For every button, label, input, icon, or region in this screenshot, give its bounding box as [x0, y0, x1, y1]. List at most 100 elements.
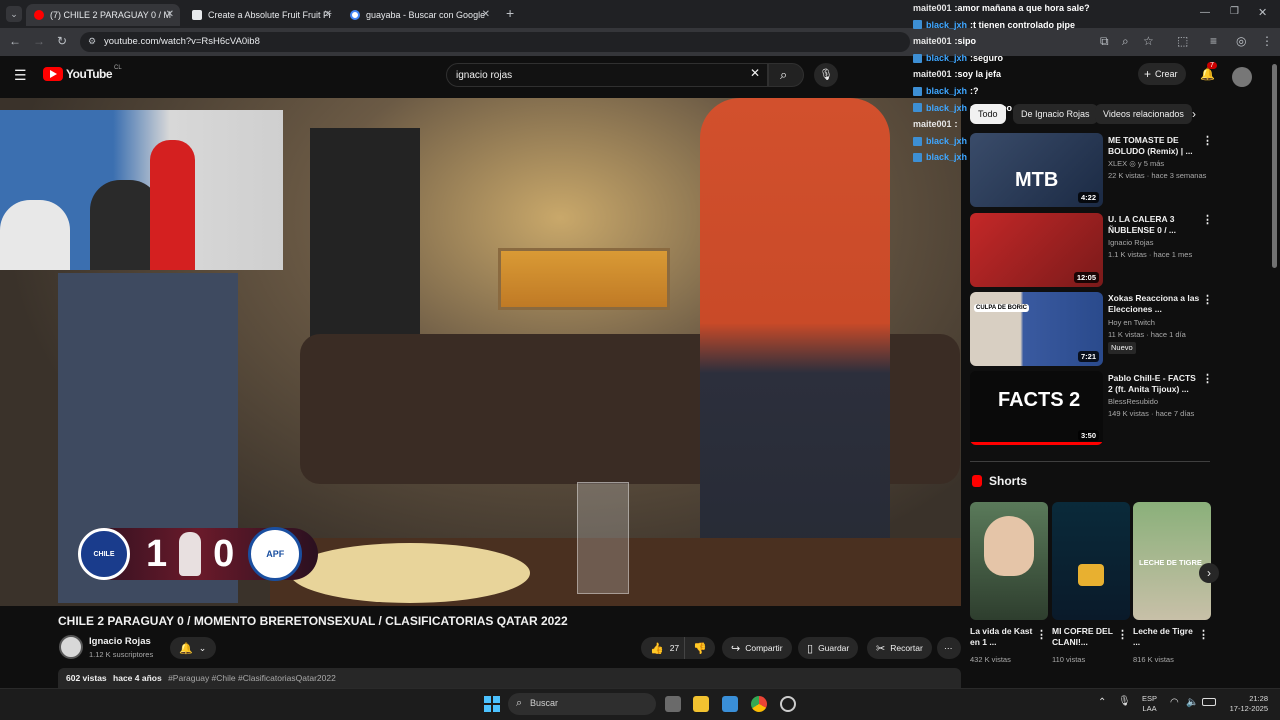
battery-icon[interactable] — [1202, 698, 1216, 706]
forward-icon[interactable]: → — [33, 34, 45, 48]
photos-app-icon[interactable] — [722, 696, 738, 712]
chat-badge-icon — [913, 53, 922, 63]
related-thumbnail[interactable]: CULPA DE BORIC 7:21 — [970, 292, 1103, 366]
related-channel[interactable]: Hoy en Twitch — [1108, 317, 1155, 329]
chat-username[interactable]: black_jxh — [926, 83, 967, 100]
related-title[interactable]: Pablo Chill-E - FACTS 2 (ft. Anita Tijou… — [1108, 373, 1200, 395]
task-view-icon[interactable] — [665, 696, 681, 712]
close-window-icon[interactable]: ✕ — [1258, 6, 1267, 19]
more-options-icon[interactable]: ⋮ — [1202, 372, 1213, 385]
chip-all[interactable]: Todo — [970, 104, 1006, 124]
voice-search-button[interactable]: 🎙 — [814, 63, 838, 87]
dislike-button[interactable]: 👎 — [685, 642, 707, 655]
microphone-tray-icon[interactable]: 🎙 — [1118, 696, 1131, 707]
bookmark-star-icon[interactable]: ☆ — [1143, 34, 1154, 48]
channel-name[interactable]: Ignacio Rojas — [89, 636, 151, 647]
close-tab-icon[interactable]: ✕ — [324, 9, 332, 20]
chat-username[interactable]: maite001 — [913, 0, 952, 17]
chat-username[interactable]: black_jxh — [926, 17, 967, 34]
share-button[interactable]: ↪ Compartir — [722, 637, 792, 659]
description-box[interactable]: 602 vistas hace 4 años #Paraguay #Chile … — [58, 668, 961, 688]
input-language[interactable]: ESP LAA — [1142, 694, 1157, 714]
chat-username[interactable]: black_jxh — [926, 133, 967, 150]
related-thumbnail[interactable]: MTB 4:22 — [970, 133, 1103, 207]
zoom-icon[interactable]: ⌕ — [1122, 34, 1129, 49]
short-title[interactable]: La vida de Kast en 1 ... — [970, 626, 1036, 648]
tab-search-menu-icon[interactable]: ⌄ — [6, 6, 22, 22]
related-thumbnail[interactable]: FACTS 2 3:50 — [970, 371, 1103, 445]
more-options-icon[interactable]: ⋮ — [1117, 628, 1128, 641]
account-avatar[interactable] — [1232, 67, 1252, 87]
more-options-icon[interactable]: ⋮ — [1202, 134, 1213, 147]
clip-button[interactable]: ✂ Recortar — [867, 637, 932, 659]
vertical-scrollbar[interactable] — [1272, 64, 1277, 268]
shorts-next-button[interactable]: › — [1199, 563, 1219, 583]
media-control-icon[interactable]: ≡ — [1210, 34, 1217, 48]
short-thumbnail[interactable] — [970, 502, 1048, 620]
short-thumbnail[interactable]: LECHE DE TIGRE — [1133, 502, 1211, 620]
chrome-icon[interactable] — [751, 696, 767, 712]
new-tab-button[interactable]: + — [506, 5, 514, 21]
chat-text: sipo — [957, 36, 977, 47]
chat-username[interactable]: black_jxh — [926, 149, 967, 166]
tab-fruit[interactable]: Create a Absolute Fruit Fruit Fr ✕ — [184, 4, 338, 26]
short-title[interactable]: Leche de Tigre ... — [1133, 626, 1199, 648]
file-explorer-icon[interactable] — [693, 696, 709, 712]
save-button[interactable]: ▯ Guardar — [798, 637, 859, 659]
tab-google[interactable]: guayaba - Buscar con Google ✕ — [342, 4, 496, 26]
reload-icon[interactable]: ↻ — [57, 34, 67, 48]
more-actions-button[interactable]: ⋯ — [937, 637, 961, 659]
hamburger-menu-icon[interactable]: ☰ — [14, 67, 27, 84]
more-options-icon[interactable]: ⋮ — [1198, 628, 1209, 641]
profile-icon[interactable]: ◎ — [1236, 34, 1246, 48]
search-button[interactable]: ⌕ — [768, 63, 804, 87]
more-options-icon[interactable]: ⋮ — [1036, 628, 1047, 641]
related-thumbnail[interactable]: 12:05 — [970, 213, 1103, 287]
channel-avatar[interactable] — [59, 635, 83, 659]
tab-youtube[interactable]: (7) CHILE 2 PARAGUAY 0 / M ✕ — [26, 4, 180, 26]
back-icon[interactable]: ← — [9, 34, 21, 48]
short-title[interactable]: MI COFRE DEL CLANI!... — [1052, 626, 1118, 648]
chat-username[interactable]: black_jxh — [926, 100, 967, 117]
search-input[interactable]: ignacio rojas — [446, 63, 768, 87]
close-tab-icon[interactable]: ✕ — [482, 9, 490, 20]
volume-icon[interactable]: 🔈 — [1186, 697, 1198, 708]
related-title[interactable]: U. LA CALERA 3 ÑUBLENSE 0 / ... — [1108, 214, 1200, 236]
video-player[interactable]: CHILE 1 0 APF — [0, 98, 961, 606]
chat-username[interactable]: black_jxh — [926, 50, 967, 67]
browser-menu-icon[interactable]: ⋮ — [1261, 34, 1273, 48]
site-info-icon[interactable]: ⚙ — [88, 36, 96, 47]
chevron-up-icon[interactable]: ⌃ — [1098, 697, 1106, 708]
related-title[interactable]: Xokas Reacciona a las Elecciones ... — [1108, 293, 1200, 315]
like-button[interactable]: 👍 27 — [641, 637, 685, 659]
app-icon[interactable] — [780, 696, 796, 712]
more-options-icon[interactable]: ⋮ — [1202, 293, 1213, 306]
extensions-icon[interactable]: ⬚ — [1177, 34, 1188, 48]
chat-username[interactable]: maite001 — [913, 116, 952, 133]
hashtags[interactable]: #Paraguay #Chile #ClasificatoriasQatar20… — [168, 673, 336, 683]
related-title[interactable]: ME TOMASTE DE BOLUDO (Remix) | ... — [1108, 135, 1200, 157]
more-options-icon[interactable]: ⋮ — [1202, 213, 1213, 226]
subscription-bell-button[interactable]: 🔔 ⌄ — [170, 637, 216, 659]
short-thumbnail[interactable] — [1052, 502, 1130, 620]
minimize-window-icon[interactable]: — — [1200, 7, 1210, 18]
chip-from-channel[interactable]: De Ignacio Rojas — [1013, 104, 1098, 124]
wifi-icon[interactable]: ◠ — [1170, 697, 1179, 708]
related-channel[interactable]: Ignacio Rojas — [1108, 237, 1153, 249]
chat-username[interactable]: maite001 — [913, 33, 952, 50]
clear-search-icon[interactable]: ✕ — [750, 66, 760, 80]
address-bar[interactable]: ⚙ youtube.com/watch?v=RsH6cVA0ib8 — [80, 32, 910, 52]
chips-next-icon[interactable]: › — [1192, 107, 1196, 121]
create-button[interactable]: + Crear — [1138, 63, 1186, 85]
start-button[interactable] — [484, 696, 500, 712]
close-tab-icon[interactable]: ✕ — [166, 9, 174, 20]
maximize-window-icon[interactable]: ❐ — [1230, 6, 1239, 17]
chat-username[interactable]: maite001 — [913, 66, 952, 83]
related-channel[interactable]: XLEX ◎ y 5 más — [1108, 158, 1164, 170]
notifications-button[interactable]: 🔔 7 — [1200, 62, 1217, 81]
chip-related[interactable]: Videos relacionados — [1095, 104, 1192, 124]
clock[interactable]: 21:28 17-12-2025 — [1226, 694, 1268, 714]
taskbar-search[interactable]: ⌕ Buscar — [508, 693, 656, 715]
youtube-logo[interactable]: YouTube CL — [43, 65, 122, 81]
related-channel[interactable]: BlessResubido — [1108, 396, 1158, 408]
